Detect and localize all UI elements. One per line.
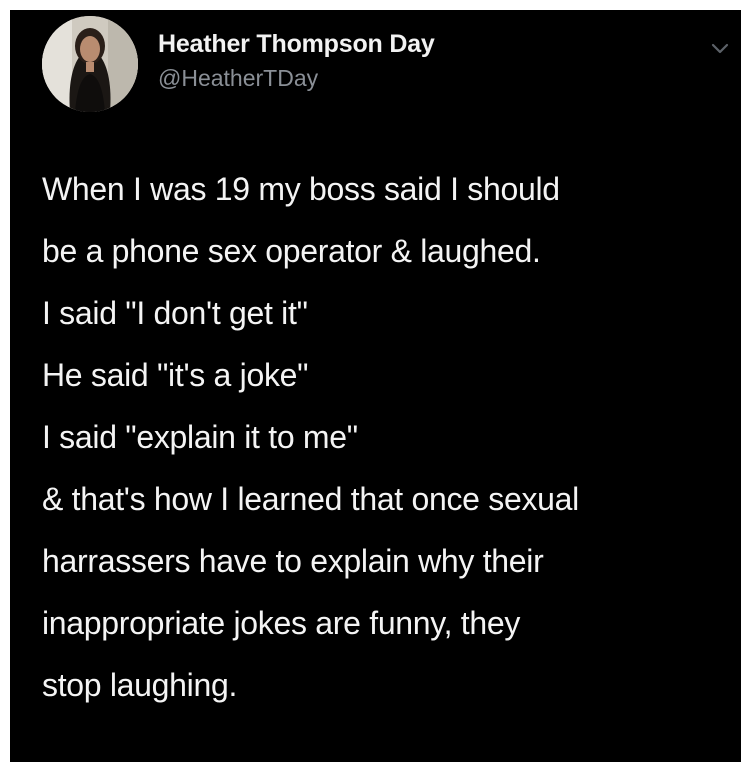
- tweet-text-line: I said "explain it to me": [42, 419, 358, 455]
- tweet-text: When I was 19 my boss said I should be a…: [42, 158, 732, 716]
- display-name[interactable]: Heather Thompson Day: [158, 30, 435, 59]
- chevron-down-icon[interactable]: [708, 36, 732, 60]
- tweet-text-line: When I was 19 my boss said I should: [42, 171, 560, 207]
- avatar[interactable]: [42, 16, 138, 112]
- user-handle[interactable]: @HeatherTDay: [158, 65, 318, 92]
- tweet-text-line: & that's how I learned that once sexual: [42, 481, 579, 517]
- tweet-text-line: I said "I don't get it": [42, 295, 308, 331]
- tweet-text-line: He said "it's a joke": [42, 357, 309, 393]
- tweet-text-line: inappropriate jokes are funny, they: [42, 605, 521, 641]
- tweet-text-line: stop laughing.: [42, 667, 238, 703]
- tweet-card: Heather Thompson Day @HeatherTDay When I…: [10, 10, 741, 762]
- profile-photo-icon: [42, 16, 138, 112]
- tweet-text-line: harrassers have to explain why their: [42, 543, 544, 579]
- tweet-text-line: be a phone sex operator & laughed.: [42, 233, 541, 269]
